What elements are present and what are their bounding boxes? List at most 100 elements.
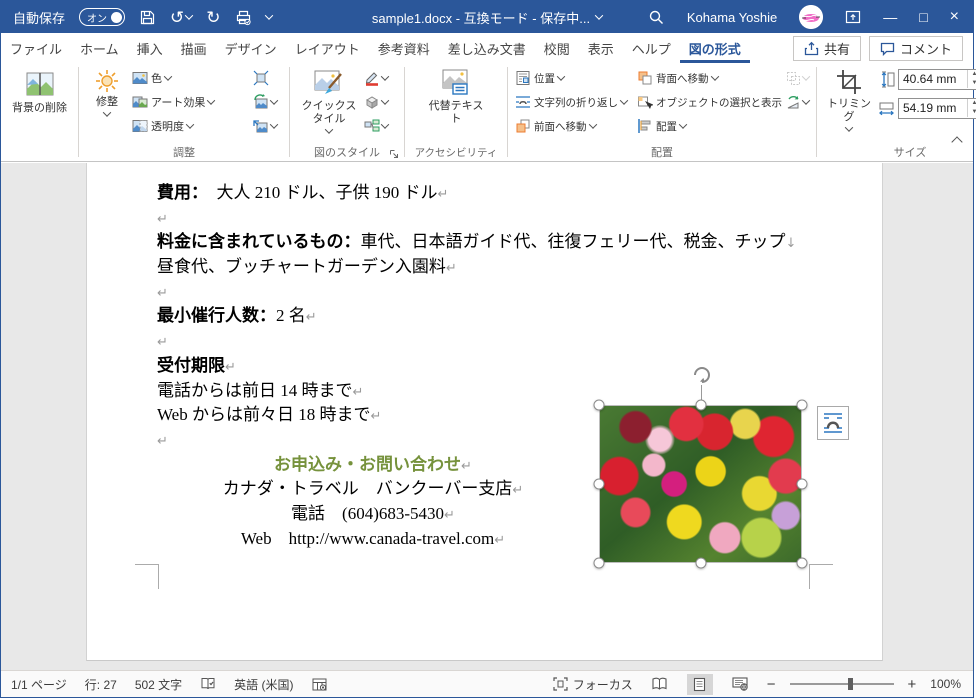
- alt-text-button[interactable]: 代替テキスト: [424, 66, 488, 128]
- tab-draw[interactable]: 描画: [172, 33, 216, 63]
- compress-pictures-button[interactable]: [252, 68, 284, 88]
- rotation-handle[interactable]: [689, 361, 713, 385]
- resize-handle-se[interactable]: [796, 557, 808, 569]
- picture-styles-dialog-launcher[interactable]: [389, 149, 399, 159]
- focus-mode-button[interactable]: フォーカス: [553, 676, 633, 693]
- document-title-menu[interactable]: sample1.docx - 互換モード - 保存中...: [372, 8, 604, 27]
- transparency-button[interactable]: 透明度: [130, 116, 252, 136]
- width-input[interactable]: [899, 101, 963, 115]
- rotate-objects-button[interactable]: [785, 92, 811, 112]
- resize-handle-s[interactable]: [695, 557, 706, 569]
- send-backward-button[interactable]: 背面へ移動: [635, 68, 785, 88]
- proofing-status-button[interactable]: [200, 677, 216, 691]
- tab-insert[interactable]: 挿入: [128, 33, 172, 63]
- doc-line[interactable]: ↵: [157, 206, 817, 231]
- autosave-toggle[interactable]: オン: [79, 8, 126, 26]
- resize-handle-n[interactable]: [695, 399, 706, 411]
- resize-handle-w[interactable]: [593, 478, 605, 490]
- picture-border-button[interactable]: [363, 68, 395, 88]
- doc-line[interactable]: カナダ・トラベル バンクーバー支店↵: [157, 477, 589, 502]
- save-button[interactable]: [139, 9, 156, 26]
- resize-handle-ne[interactable]: [796, 399, 808, 411]
- bring-forward-button[interactable]: 前面へ移動: [513, 116, 635, 136]
- ribbon-display-options-button[interactable]: [845, 9, 861, 25]
- doc-line-contact-heading[interactable]: お申込み・お問い合わせ↵: [157, 453, 589, 478]
- doc-line[interactable]: ↵: [157, 329, 817, 354]
- color-button[interactable]: 色: [130, 68, 252, 88]
- picture-layout-dropdown-icon: [380, 120, 390, 129]
- tab-picture-format[interactable]: 図の形式: [680, 33, 750, 63]
- layout-options-button[interactable]: [817, 406, 849, 440]
- doc-line[interactable]: 料金に含まれているもの：車代、日本語ガイド代、往復フェリー代、税金、チップ↓: [157, 230, 817, 255]
- resize-handle-sw[interactable]: [593, 557, 605, 569]
- minimize-button[interactable]: —: [883, 9, 897, 25]
- height-input[interactable]: [899, 72, 963, 86]
- corrections-label: 修整: [96, 96, 118, 108]
- page-indicator[interactable]: 1/1 ページ: [11, 676, 67, 693]
- position-button[interactable]: 位置: [513, 68, 635, 88]
- group-objects-button[interactable]: [785, 68, 811, 88]
- zoom-level[interactable]: 100%: [930, 677, 961, 691]
- doc-line[interactable]: 費用： 大人 210 ドル、子供 190 ドル↵: [157, 181, 817, 206]
- search-button[interactable]: [648, 9, 665, 26]
- print-layout-button[interactable]: [686, 673, 713, 695]
- picture-effects-button[interactable]: [363, 92, 395, 112]
- web-layout-button[interactable]: [727, 674, 753, 695]
- align-button[interactable]: 配置: [635, 116, 785, 136]
- wrap-text-button[interactable]: 文字列の折り返し: [513, 92, 635, 112]
- quick-print-button[interactable]: [235, 9, 252, 26]
- crop-button[interactable]: トリミング: [822, 66, 876, 134]
- doc-line[interactable]: Web http://www.canada-travel.com↵: [157, 527, 589, 552]
- line-indicator[interactable]: 行: 27: [85, 676, 117, 693]
- flower-basket-photo[interactable]: [599, 405, 802, 563]
- redo-button[interactable]: ↻: [206, 9, 220, 26]
- avatar[interactable]: [799, 5, 824, 29]
- tab-layout[interactable]: レイアウト: [286, 33, 369, 63]
- quick-styles-button[interactable]: クイックスタイル: [295, 66, 363, 136]
- account-name[interactable]: Kohama Yoshie: [687, 10, 777, 25]
- doc-line[interactable]: 最小催行人数：2 名↵: [157, 304, 817, 329]
- width-up-button[interactable]: ▲: [968, 99, 976, 108]
- tab-review[interactable]: 校閲: [535, 33, 579, 63]
- tab-references[interactable]: 参考資料: [369, 33, 439, 63]
- tab-help[interactable]: ヘルプ: [623, 33, 680, 63]
- tab-home[interactable]: ホーム: [71, 33, 128, 63]
- resize-handle-nw[interactable]: [593, 399, 605, 411]
- height-down-button[interactable]: ▼: [968, 79, 976, 88]
- doc-line[interactable]: 昼食代、ブッチャートガーデン入園料↵: [157, 255, 817, 280]
- artistic-effects-button[interactable]: アート効果: [130, 92, 252, 112]
- close-button[interactable]: ×: [950, 8, 959, 26]
- collapse-ribbon-button[interactable]: [951, 133, 963, 151]
- remove-background-button[interactable]: 背景の削除: [9, 66, 70, 117]
- doc-line[interactable]: ↵: [157, 280, 817, 305]
- undo-button[interactable]: ↺: [170, 9, 194, 26]
- share-button[interactable]: 共有: [792, 35, 861, 61]
- resize-handle-e[interactable]: [796, 478, 808, 490]
- picture-layout-button[interactable]: [363, 116, 395, 136]
- language-indicator[interactable]: 英語 (米国): [234, 676, 293, 693]
- zoom-slider-thumb[interactable]: [847, 678, 853, 690]
- macro-record-button[interactable]: [312, 678, 327, 691]
- corrections-button[interactable]: 修整: [84, 66, 130, 119]
- tab-design[interactable]: デザイン: [216, 33, 286, 63]
- read-mode-button[interactable]: [647, 674, 673, 695]
- maximize-button[interactable]: □: [919, 9, 927, 25]
- tab-view[interactable]: 表示: [579, 33, 623, 63]
- reset-picture-button[interactable]: [252, 116, 284, 136]
- comments-button[interactable]: コメント: [868, 35, 963, 61]
- zoom-in-button[interactable]: +: [908, 676, 917, 693]
- change-picture-button[interactable]: [252, 92, 284, 112]
- doc-line[interactable]: 受付期限↵: [157, 354, 817, 379]
- document-page[interactable]: 費用： 大人 210 ドル、子供 190 ドル↵ ↵ 料金に含まれているもの：車…: [86, 163, 883, 661]
- doc-line[interactable]: 電話 (604)683-5430↵: [157, 502, 589, 527]
- tab-mailings[interactable]: 差し込み文書: [439, 33, 535, 63]
- width-down-button[interactable]: ▼: [968, 108, 976, 117]
- qat-more-button[interactable]: [264, 11, 273, 20]
- doc-line[interactable]: 電話からは前日 14 時まで↵: [157, 379, 817, 404]
- zoom-slider[interactable]: [789, 678, 894, 690]
- selection-pane-button[interactable]: オブジェクトの選択と表示: [635, 92, 785, 112]
- word-count[interactable]: 502 文字: [135, 676, 182, 693]
- height-up-button[interactable]: ▲: [968, 70, 976, 79]
- zoom-out-button[interactable]: −: [767, 676, 776, 693]
- tab-file[interactable]: ファイル: [1, 33, 71, 63]
